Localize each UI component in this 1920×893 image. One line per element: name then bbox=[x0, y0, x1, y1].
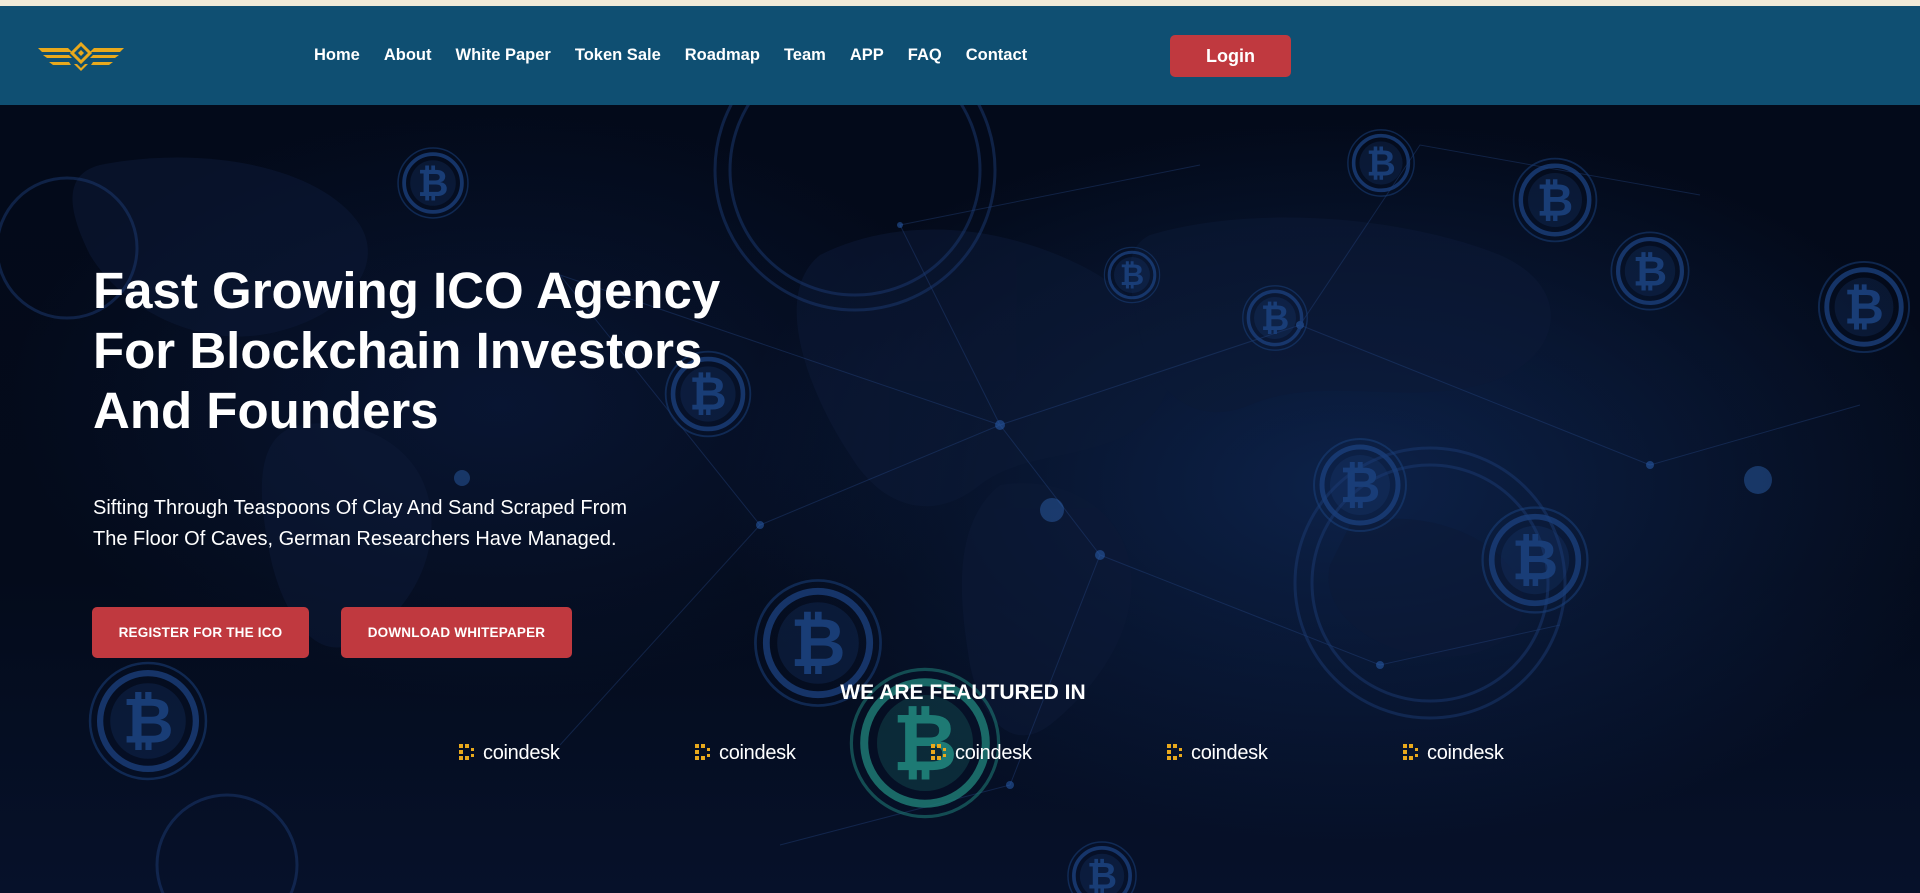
main-nav: Home About White Paper Token Sale Roadma… bbox=[314, 46, 1051, 65]
nav-faq[interactable]: FAQ bbox=[908, 46, 942, 65]
partner-logo-coindesk[interactable]: coindesk bbox=[930, 741, 1032, 765]
login-button[interactable]: Login bbox=[1170, 35, 1291, 77]
nav-token-sale[interactable]: Token Sale bbox=[575, 46, 661, 65]
navbar: Home About White Paper Token Sale Roadma… bbox=[0, 6, 1920, 105]
nav-about[interactable]: About bbox=[384, 46, 432, 65]
page: Home About White Paper Token Sale Roadma… bbox=[0, 0, 1920, 893]
partner-logo-coindesk[interactable]: coindesk bbox=[694, 741, 796, 765]
nav-white-paper[interactable]: White Paper bbox=[456, 46, 551, 65]
nav-home[interactable]: Home bbox=[314, 46, 360, 65]
coindesk-logo-icon bbox=[459, 744, 474, 760]
hero-section: ₿ bbox=[0, 105, 1920, 893]
coindesk-logo-icon bbox=[931, 744, 946, 760]
nav-team[interactable]: Team bbox=[784, 46, 826, 65]
partner-logo-coindesk[interactable]: coindesk bbox=[458, 741, 560, 765]
hero-title: Fast Growing ICO Agency For Blockchain I… bbox=[93, 262, 721, 439]
partner-logo-label: coindesk bbox=[1191, 741, 1268, 764]
register-ico-button[interactable]: REGISTER FOR THE ICO bbox=[92, 607, 309, 658]
coindesk-logo-icon bbox=[1167, 744, 1182, 760]
hero-subtitle: Sifting Through Teaspoons Of Clay And Sa… bbox=[93, 497, 628, 550]
winged-diamond-logo-icon[interactable] bbox=[38, 40, 124, 76]
partner-logo-coindesk[interactable]: coindesk bbox=[1402, 741, 1504, 765]
coindesk-logo-icon bbox=[695, 744, 710, 760]
nav-contact[interactable]: Contact bbox=[966, 46, 1027, 65]
partner-logo-coindesk[interactable]: coindesk bbox=[1166, 741, 1268, 765]
partner-logo-label: coindesk bbox=[483, 741, 560, 764]
coindesk-logo-icon bbox=[1403, 744, 1418, 760]
download-whitepaper-button[interactable]: DOWNLOAD WHITEPAPER bbox=[341, 607, 572, 658]
partner-logo-label: coindesk bbox=[955, 741, 1032, 764]
nav-roadmap[interactable]: Roadmap bbox=[685, 46, 760, 65]
featured-heading: WE ARE FEAUTURED IN bbox=[840, 681, 1086, 704]
partner-logo-label: coindesk bbox=[719, 741, 796, 764]
nav-app[interactable]: APP bbox=[850, 46, 884, 65]
partner-logo-label: coindesk bbox=[1427, 741, 1504, 764]
